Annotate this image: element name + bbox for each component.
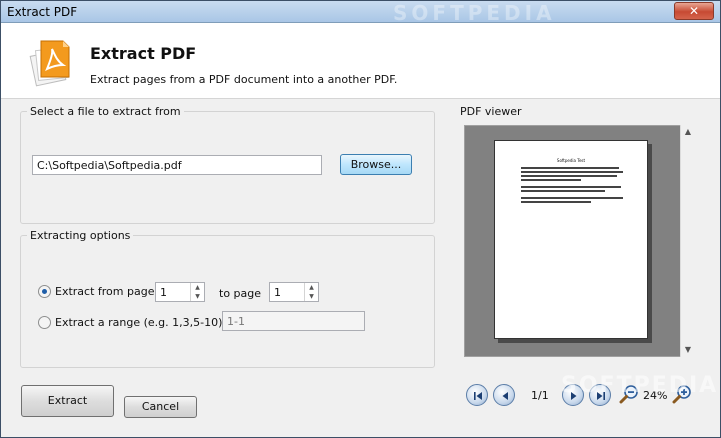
close-button[interactable]: ✕ <box>674 2 714 20</box>
to-page-label: to page <box>219 287 262 300</box>
extract-range-label[interactable]: Extract a range (e.g. 1,3,5-10) <box>55 316 222 329</box>
window-title: Extract PDF <box>7 5 78 19</box>
up-arrow-icon[interactable]: ▲ <box>191 283 204 292</box>
pdf-page-preview: Softpedia Test <box>494 140 648 339</box>
previous-page-icon <box>502 392 508 400</box>
down-arrow-icon[interactable]: ▼ <box>191 292 204 301</box>
from-page-arrows[interactable]: ▲ ▼ <box>190 283 204 301</box>
first-page-button[interactable] <box>466 384 488 406</box>
up-arrow-icon[interactable]: ▲ <box>305 283 318 292</box>
watermark: SOFTPEDIA <box>393 1 556 25</box>
extract-from-page-radio[interactable] <box>38 285 51 298</box>
text-line <box>521 175 617 177</box>
extract-pdf-window: Extract PDF SOFTPEDIA ✕ Extract PDF Extr… <box>0 0 721 438</box>
text-line <box>521 197 623 199</box>
file-group-legend: Select a file to extract from <box>27 105 184 118</box>
page-preview-title: Softpedia Test <box>556 158 586 163</box>
range-input[interactable]: 1-1 <box>222 311 365 331</box>
text-line <box>521 179 581 181</box>
viewer-scrollbar[interactable]: ▲ ▼ <box>680 125 694 357</box>
options-group: Extracting options <box>20 229 435 368</box>
text-line <box>521 186 621 188</box>
dialog-title: Extract PDF <box>90 44 197 63</box>
to-page-stepper[interactable]: 1 ▲ ▼ <box>269 282 319 302</box>
browse-button[interactable]: Browse... <box>340 154 412 175</box>
page-indicator: 1/1 <box>531 389 549 402</box>
scroll-down-icon[interactable]: ▼ <box>681 343 695 357</box>
text-line <box>521 171 623 173</box>
previous-page-button[interactable] <box>493 384 515 406</box>
pdf-viewer-label: PDF viewer <box>460 105 522 118</box>
scroll-up-icon[interactable]: ▲ <box>681 125 695 139</box>
down-arrow-icon[interactable]: ▼ <box>305 292 318 301</box>
header-banner: Extract PDF Extract pages from a PDF doc… <box>1 23 720 99</box>
from-page-value[interactable]: 1 <box>160 286 167 299</box>
pdf-document-icon <box>23 37 75 89</box>
text-line <box>521 190 605 192</box>
from-page-stepper[interactable]: 1 ▲ ▼ <box>155 282 205 302</box>
extract-from-page-label[interactable]: Extract from page <box>55 285 154 298</box>
first-page-icon <box>474 392 482 400</box>
extract-range-radio[interactable] <box>38 316 51 329</box>
text-line <box>521 167 619 169</box>
watermark: SOFTPEDIA <box>561 373 719 398</box>
to-page-arrows[interactable]: ▲ ▼ <box>304 283 318 301</box>
options-group-legend: Extracting options <box>27 229 134 242</box>
dialog-description: Extract pages from a PDF document into a… <box>90 73 398 86</box>
file-path-input[interactable]: C:\Softpedia\Softpedia.pdf <box>32 155 322 175</box>
to-page-value[interactable]: 1 <box>274 286 281 299</box>
extract-button[interactable]: Extract <box>21 385 114 417</box>
text-line <box>521 201 591 203</box>
title-bar[interactable]: Extract PDF SOFTPEDIA ✕ <box>1 1 720 25</box>
cancel-button[interactable]: Cancel <box>124 396 197 418</box>
